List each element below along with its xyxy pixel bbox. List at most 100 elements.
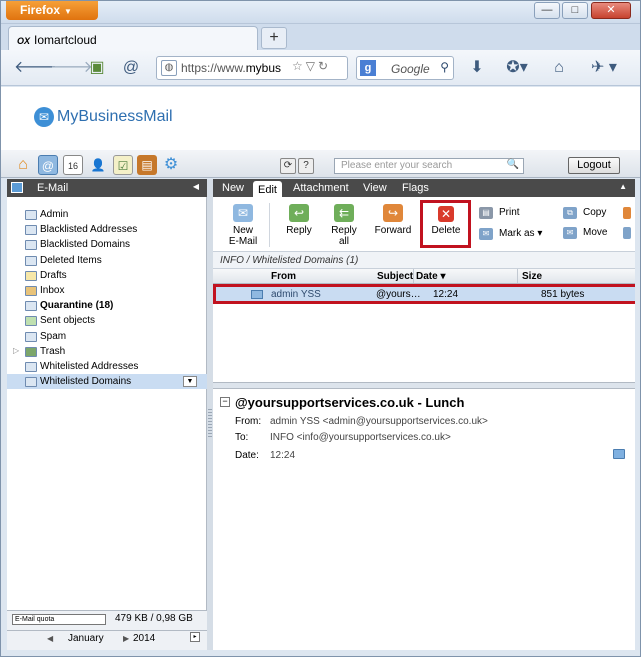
forward-arrow-icon[interactable]: 🡒	[50, 58, 93, 78]
splitter-grip[interactable]	[208, 409, 212, 437]
tab-new[interactable]: New	[222, 179, 244, 197]
folder-label: Sent objects	[40, 315, 96, 326]
horizontal-splitter[interactable]	[213, 382, 635, 389]
search-icon[interactable]: ⚲	[440, 60, 449, 74]
settings-gear-icon[interactable]: ⚙	[161, 155, 181, 175]
maximize-button[interactable]: □	[562, 2, 588, 19]
mark-as-button[interactable]: ✉ Mark as ▾	[479, 228, 542, 240]
reply-all-button[interactable]: ⇇ Reply all	[328, 204, 360, 247]
swirl-addon-icon[interactable]: @	[120, 58, 142, 78]
tab-attachment[interactable]: Attachment	[293, 179, 349, 197]
folder-inbox[interactable]: Inbox	[7, 283, 207, 298]
browser-tab[interactable]: OX Iomartcloud	[8, 26, 258, 51]
column-date[interactable]: Date ▾	[413, 269, 517, 283]
forward-button[interactable]: ↪ Forward	[373, 204, 413, 236]
prev-month-icon[interactable]: ◀	[47, 634, 53, 643]
bookmarks-menu-icon[interactable]: ✪▾	[502, 58, 532, 78]
to-value[interactable]: INFO <info@yoursupportservices.co.uk>	[270, 432, 451, 443]
search-icon[interactable]: 🔍	[507, 159, 519, 170]
print-label: Print	[499, 207, 520, 218]
new-email-button[interactable]: ✉ New E-Mail	[228, 204, 258, 247]
folder-icon	[25, 332, 37, 342]
folder-label: Admin	[40, 209, 69, 220]
folder-label: Inbox	[40, 285, 65, 296]
addon-menu-icon[interactable]: ✈ ▾	[584, 58, 624, 78]
app-search-input[interactable]: Please enter your search 🔍	[334, 158, 524, 174]
folder-options-dropdown[interactable]: ▼	[183, 376, 197, 387]
folder-blacklisted-addresses[interactable]: Blacklisted Addresses	[7, 222, 207, 237]
to-label: To:	[235, 432, 249, 443]
google-icon[interactable]: g	[360, 60, 376, 76]
minimize-button[interactable]: —	[534, 2, 560, 19]
move-icon: ✉	[563, 227, 577, 239]
from-value[interactable]: admin YSS <admin@yoursupportservices.co.…	[270, 416, 488, 427]
folder-drafts[interactable]: Drafts	[7, 268, 207, 283]
folder-whitelisted-domains[interactable]: Whitelisted Domains ▼	[7, 374, 207, 389]
download-icon[interactable]: ⬇	[466, 58, 488, 78]
copy-label: Copy	[583, 207, 607, 218]
next-month-icon[interactable]: ▶	[123, 634, 129, 643]
date-value: 12:24	[270, 450, 296, 461]
tasks-icon[interactable]: ☑	[113, 155, 133, 175]
dropdown-arrow-icon[interactable]: ▽	[306, 59, 318, 73]
search-engine-bar[interactable]: g Google ⚲	[356, 56, 454, 80]
firefox-menu-button[interactable]: Firefox ▼	[6, 0, 98, 20]
folder-whitelisted-addresses[interactable]: Whitelisted Addresses	[7, 359, 207, 374]
calendar-icon[interactable]: 16	[63, 155, 83, 175]
email-module-icon	[11, 182, 23, 193]
folder-quarantine[interactable]: Quarantine (18)	[7, 298, 207, 313]
more-icon	[623, 227, 631, 239]
addon-icon[interactable]: ▣	[86, 58, 108, 78]
home-icon[interactable]: ⌂	[548, 58, 570, 78]
email-quota-meter: E-Mail quota	[12, 614, 106, 625]
folder-label: Blacklisted Addresses	[40, 224, 138, 235]
back-arrow-icon[interactable]: 🡐	[14, 58, 57, 78]
move-button[interactable]: ✉ Move	[563, 227, 608, 239]
folder-label: Quarantine (18)	[40, 300, 114, 311]
new-tab-button[interactable]: +	[261, 27, 287, 49]
copy-button[interactable]: ⧉ Copy	[563, 207, 607, 219]
refresh-button[interactable]: ⟳	[280, 158, 296, 174]
folder-deleted-items[interactable]: Deleted Items	[7, 253, 207, 268]
mark-icon: ✉	[479, 228, 493, 240]
collapse-ribbon-icon[interactable]: ▲	[619, 182, 627, 191]
globe-icon: ◍	[161, 60, 177, 76]
column-size[interactable]: Size	[517, 269, 635, 283]
copy-icon: ⧉	[563, 207, 577, 219]
mail-icon[interactable]: @	[38, 155, 58, 175]
contacts-icon[interactable]: 👤	[88, 155, 108, 175]
logout-button[interactable]: Logout	[568, 157, 620, 174]
move-label: Move	[583, 227, 608, 238]
expand-arrow-icon[interactable]: ▷	[13, 346, 19, 355]
tab-flags[interactable]: Flags	[402, 179, 429, 197]
reply-all-label-1: Reply	[331, 225, 357, 236]
firefox-menu-label: Firefox	[20, 3, 61, 17]
email-panel-title: E-Mail	[37, 182, 69, 194]
folder-spam[interactable]: Spam	[7, 329, 207, 344]
column-subject[interactable]: Subject	[377, 271, 413, 282]
drafts-icon	[25, 271, 37, 281]
tab-view[interactable]: View	[363, 179, 387, 197]
mini-calendar-bar	[7, 630, 207, 650]
folder-sent-objects[interactable]: Sent objects	[7, 313, 207, 328]
home-icon[interactable]: ⌂	[13, 155, 33, 175]
folder-label: Drafts	[40, 270, 67, 281]
reload-icon[interactable]: ↻	[318, 59, 331, 73]
folder-icon	[25, 301, 37, 311]
collapse-left-icon[interactable]: ◀	[193, 182, 199, 191]
reply-button[interactable]: ↩ Reply	[283, 204, 315, 236]
folder-icon	[25, 362, 37, 372]
folder-trash[interactable]: ▷ Trash	[7, 344, 207, 359]
collapse-header-button[interactable]: −	[220, 397, 230, 407]
expand-calendar-icon[interactable]: ▸	[190, 632, 200, 642]
column-from[interactable]: From	[271, 271, 296, 282]
folder-blacklisted-domains[interactable]: Blacklisted Domains	[7, 237, 207, 252]
folder-label: Spam	[40, 331, 67, 342]
tab-edit[interactable]: Edit	[253, 181, 282, 198]
close-window-button[interactable]: ✕	[591, 2, 631, 19]
print-button[interactable]: ▤ Print	[479, 207, 520, 219]
briefcase-icon[interactable]: ▤	[137, 155, 157, 175]
folder-admin[interactable]: Admin	[7, 207, 207, 222]
bookmark-star-icon[interactable]: ☆	[292, 59, 306, 73]
help-button[interactable]: ?	[298, 158, 314, 174]
